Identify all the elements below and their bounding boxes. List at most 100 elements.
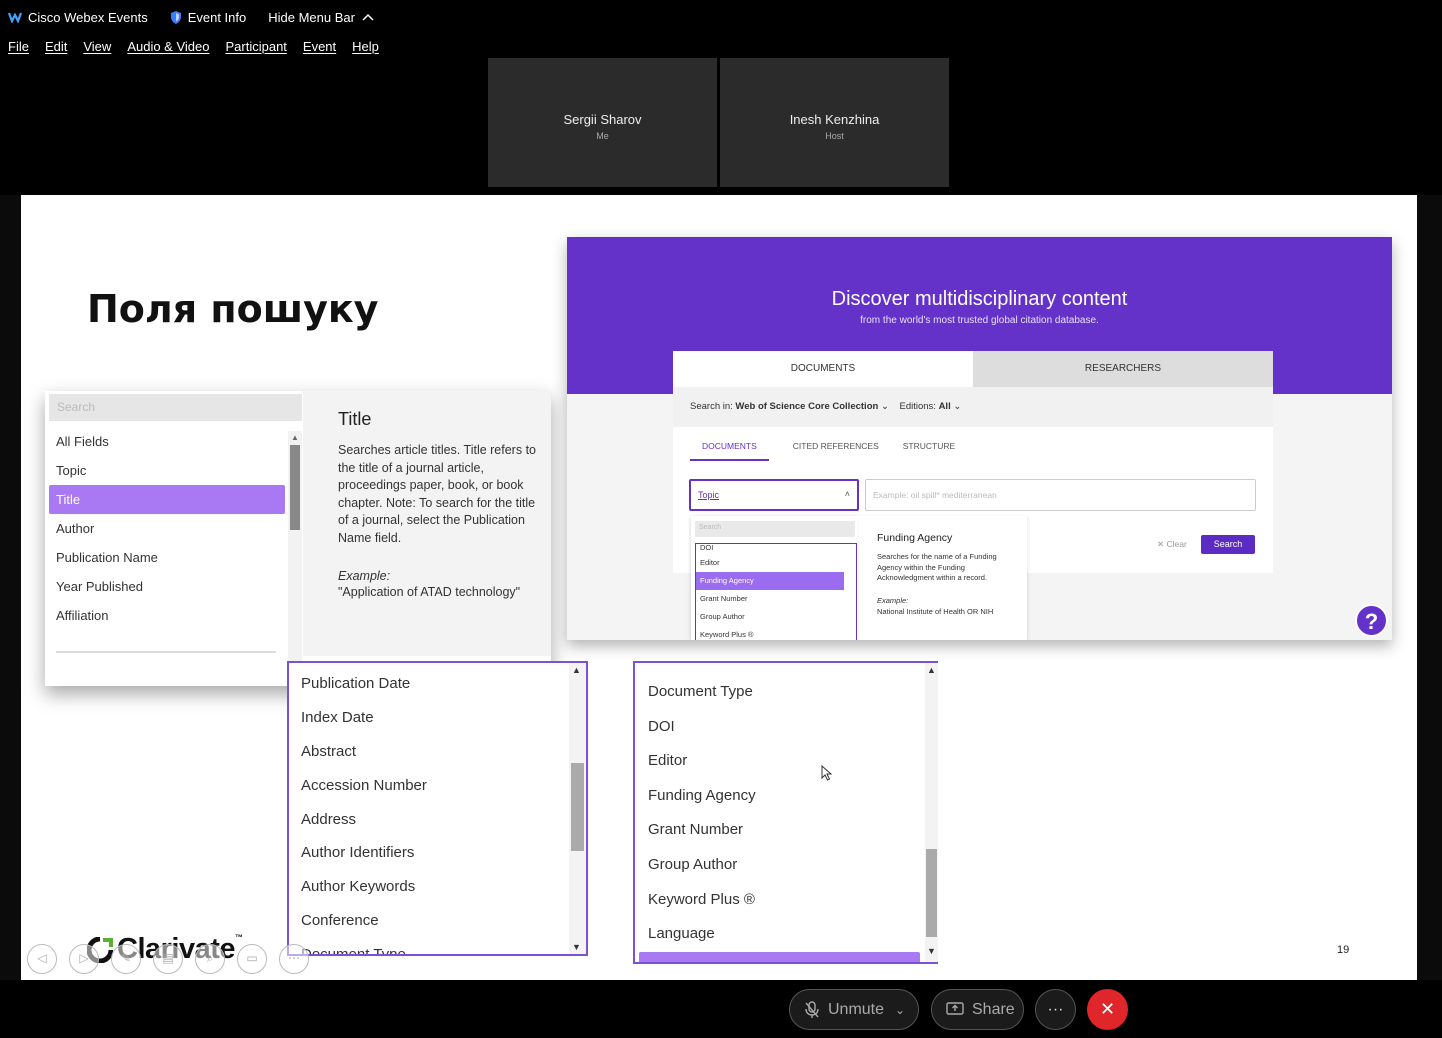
list-item: Address bbox=[301, 810, 357, 828]
dropdown-option: Editor bbox=[700, 558, 720, 567]
help-icon: ? bbox=[1355, 604, 1388, 637]
more-options-icon[interactable]: ⋯ bbox=[279, 944, 309, 974]
list-item: Publication Date bbox=[301, 675, 411, 692]
close-icon: ✕ bbox=[1099, 999, 1116, 1019]
search-in-value: Web of Science Core Collection bbox=[735, 401, 879, 412]
slide-title: Поля пошуку bbox=[87, 287, 379, 331]
field-option: Author bbox=[56, 521, 95, 536]
field-list-middle: Publication Date Index Date Abstract Acc… bbox=[287, 661, 588, 956]
subtab-documents: DOCUMENTS bbox=[690, 441, 769, 461]
list-item: Abstract bbox=[301, 742, 357, 760]
event-info-label: Event Info bbox=[187, 9, 247, 25]
scroll-down-icon: ▼ bbox=[572, 942, 581, 952]
field-selector-panel: Search All Fields Topic Title Author Pub… bbox=[45, 391, 551, 686]
share-screen-icon bbox=[946, 1002, 964, 1015]
dropdown-option-selected: Funding Agency bbox=[696, 572, 844, 590]
scroll-down-icon: ▼ bbox=[927, 946, 936, 956]
wos-search-screenshot: Discover multidisciplinary content from … bbox=[567, 237, 1392, 640]
fpanel-text: Searches for the name of a Funding Agenc… bbox=[877, 552, 997, 582]
description-text: Searches article titles. Title refers to… bbox=[338, 443, 536, 545]
field-list: All Fields Topic Title Author Publicatio… bbox=[49, 427, 285, 630]
menu-edit[interactable]: Edit bbox=[45, 39, 67, 54]
slides-icon[interactable]: ▤ bbox=[153, 944, 183, 974]
webex-logo-icon bbox=[8, 12, 22, 23]
next-slide-icon[interactable]: ▷ bbox=[69, 944, 99, 974]
field-dropdown: Search DOI Editor Funding Agency Grant N… bbox=[691, 516, 859, 640]
field-option: Topic bbox=[56, 463, 87, 478]
chevron-down-icon[interactable]: ⌄ bbox=[895, 1003, 905, 1017]
field-option: Year Published bbox=[56, 579, 143, 594]
search-tabs: DOCUMENTS RESEARCHERS bbox=[673, 351, 1273, 387]
chevron-up-icon bbox=[362, 13, 374, 21]
banner-title: Discover multidisciplinary content bbox=[831, 288, 1128, 310]
hide-menu-label: Hide Menu Bar bbox=[268, 9, 355, 25]
list-item: Document Type bbox=[648, 683, 753, 700]
fpanel-title: Funding Agency bbox=[877, 532, 953, 544]
more-options-button[interactable]: ··· bbox=[1035, 989, 1076, 1030]
leave-meeting-button[interactable]: ✕ bbox=[1087, 989, 1128, 1030]
participant-tile-host[interactable]: Inesh Kenzhina Host bbox=[720, 58, 949, 187]
shared-slide: Поля пошуку Search All Fields Topic Titl… bbox=[21, 195, 1417, 980]
menu-participant[interactable]: Participant bbox=[225, 39, 286, 54]
meeting-controls: Unmute ⌄ Share ··· ✕ bbox=[0, 980, 1442, 1038]
dropdown-option: DOI bbox=[700, 543, 714, 552]
search-in-row: Search in: Web of Science Core Collectio… bbox=[673, 387, 1273, 427]
unmute-label: Unmute bbox=[828, 1000, 885, 1018]
example-label: Example: bbox=[338, 569, 391, 583]
clear-label: Clear bbox=[1166, 539, 1187, 549]
title-bar: Cisco Webex Events Event Info Hide Menu … bbox=[0, 0, 1442, 34]
participant-tile-me[interactable]: Sergii Sharov Me bbox=[488, 58, 717, 187]
field-option: Affiliation bbox=[56, 608, 109, 623]
share-button[interactable]: Share bbox=[931, 989, 1024, 1030]
zoom-icon[interactable]: ⌕ bbox=[195, 944, 225, 974]
menu-event[interactable]: Event bbox=[303, 39, 336, 54]
unmute-button[interactable]: Unmute ⌄ bbox=[789, 989, 919, 1030]
participant-name: Inesh Kenzhina bbox=[789, 112, 880, 127]
participant-name: Sergii Sharov bbox=[563, 112, 642, 127]
editions-label: Editions: bbox=[899, 401, 936, 412]
subtab-structure: STRUCTURE bbox=[902, 441, 956, 451]
fpanel-example: National Institute of Health OR NIH bbox=[877, 606, 994, 616]
list-item: Grant Number bbox=[648, 821, 744, 839]
menu-help[interactable]: Help bbox=[352, 39, 379, 54]
fpanel-example-label: Example: bbox=[877, 595, 909, 605]
pen-icon[interactable]: ✎ bbox=[111, 944, 141, 974]
participant-role: Host bbox=[825, 131, 844, 141]
menu-audio-video[interactable]: Audio & Video bbox=[127, 39, 209, 54]
menu-bar: File Edit View Audio & Video Participant… bbox=[0, 34, 387, 58]
tab-documents: DOCUMENTS bbox=[790, 363, 856, 374]
list-item: Document Type bbox=[301, 946, 406, 956]
event-info-button[interactable]: Event Info bbox=[170, 9, 247, 25]
list-item: Author Keywords bbox=[301, 878, 416, 896]
dropdown-search: Search bbox=[695, 521, 855, 537]
hide-menu-bar-button[interactable]: Hide Menu Bar bbox=[268, 10, 381, 25]
field-select: Topic ˄ bbox=[689, 479, 859, 511]
list-item: Editor bbox=[648, 752, 688, 770]
logo-tm: ™ bbox=[235, 933, 243, 942]
search-in-label: Search in: bbox=[690, 401, 733, 412]
field-select-value: Topic bbox=[698, 490, 720, 500]
field-description: Title Searches article titles. Title ref… bbox=[303, 391, 551, 656]
list-item: Group Author bbox=[648, 855, 738, 873]
list-item-selected bbox=[639, 951, 920, 962]
menu-file[interactable]: File bbox=[8, 39, 29, 54]
dropdown-list: DOI Editor Funding Agency Grant Number G… bbox=[695, 543, 857, 640]
dropdown-option: Grant Number bbox=[700, 594, 748, 603]
scroll-up-icon: ▲ bbox=[927, 665, 936, 675]
scroll-up-icon: ▲ bbox=[291, 433, 299, 442]
mouse-cursor-icon bbox=[821, 765, 833, 781]
scrollbar: ▲ ▼ bbox=[925, 663, 938, 962]
microphone-muted-icon bbox=[805, 1000, 819, 1018]
dropdown-option: Keyword Plus ® bbox=[700, 630, 754, 639]
scroll-thumb bbox=[571, 763, 584, 851]
previous-slide-icon[interactable]: ◁ bbox=[27, 944, 57, 974]
menu-view[interactable]: View bbox=[83, 39, 111, 54]
participant-role: Me bbox=[596, 131, 609, 141]
editions-value: All bbox=[938, 401, 951, 412]
field-option: Publication Name bbox=[56, 550, 158, 565]
scroll-up-icon: ▲ bbox=[572, 665, 581, 675]
subtitles-icon[interactable]: ▭ bbox=[237, 944, 267, 974]
banner-subtitle: from the world's most trusted global cit… bbox=[860, 315, 1099, 326]
field-option-selected: Title bbox=[49, 485, 285, 514]
field-list-scrollbar: ▲ bbox=[288, 431, 302, 681]
